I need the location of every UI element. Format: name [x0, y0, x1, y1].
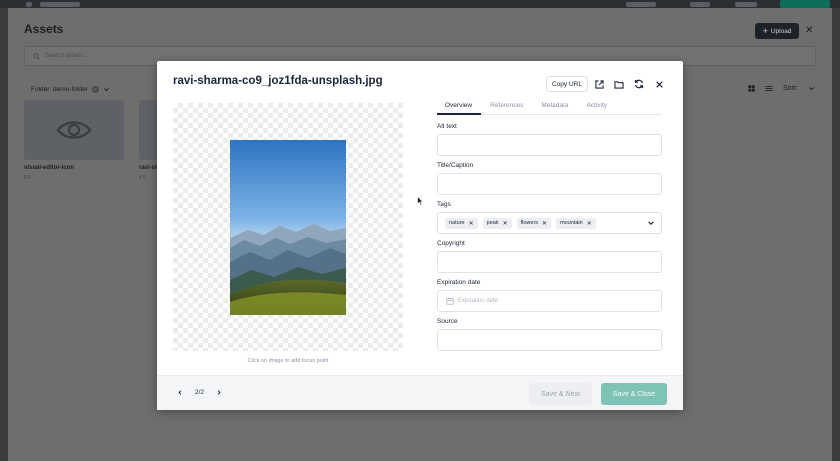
image-preview[interactable] — [173, 103, 403, 351]
tag-label: nature — [449, 220, 465, 226]
pager: 2/2 — [177, 389, 222, 396]
top-bar-item[interactable] — [690, 2, 710, 7]
source-label: Source — [437, 318, 458, 325]
save-next-button[interactable]: Save & Next — [529, 383, 592, 405]
list-view-icon[interactable] — [765, 85, 773, 92]
grid-view-icon[interactable] — [748, 85, 755, 92]
title-caption-input[interactable] — [437, 173, 662, 195]
expiration-date-input[interactable]: Expiration date — [437, 290, 662, 312]
source-input[interactable] — [437, 329, 662, 351]
tag-chip: nature ✕ — [445, 217, 478, 229]
tag-label: flowers — [520, 220, 539, 226]
clear-folder-icon[interactable]: ✕ — [91, 86, 99, 93]
asset-name: visual-editor-icon — [24, 165, 75, 171]
chevron-left-icon[interactable] — [177, 389, 183, 396]
chevron-down-icon[interactable] — [647, 219, 655, 227]
remove-tag-icon[interactable]: ✕ — [587, 220, 592, 227]
modal-title: ravi-sharma-co9_joz1fda-unsplash.jpg — [173, 75, 383, 87]
calendar-icon — [446, 297, 454, 305]
app-top-bar — [0, 0, 840, 8]
expiration-date-placeholder: Expiration date — [458, 298, 499, 304]
tag-chip: flowers ✕ — [516, 217, 552, 229]
app-logo-text — [40, 2, 80, 7]
tag-chip: mountain ✕ — [556, 217, 596, 229]
tags-label: Tags — [437, 201, 451, 208]
tab-references[interactable]: References — [481, 99, 532, 115]
chevron-right-icon[interactable] — [216, 389, 222, 396]
copyright-label: Copyright — [437, 240, 465, 247]
modal-footer: 2/2 Save & Next Save & Close — [157, 375, 683, 410]
tags-input[interactable]: nature ✕ peak ✕ flowers ✕ mountain ✕ — [437, 212, 662, 234]
upload-button-label: Upload — [770, 27, 792, 35]
replace-refresh-icon[interactable] — [633, 78, 645, 90]
tag-chip: peak ✕ — [482, 217, 512, 229]
tab-activity[interactable]: Activity — [577, 99, 616, 115]
top-bar-item[interactable] — [626, 2, 656, 7]
folder-selector[interactable]: Folder: demo-folder ✕ — [31, 86, 110, 93]
alt-text-label: Alt text — [437, 123, 457, 130]
asset-photo[interactable] — [230, 140, 346, 315]
open-external-icon[interactable] — [593, 78, 605, 90]
title-caption-label: Title/Caption — [437, 162, 474, 169]
tag-label: mountain — [560, 220, 583, 226]
page-indicator: 2/2 — [195, 389, 205, 396]
chevron-down-icon — [808, 87, 814, 91]
tag-label: peak — [486, 220, 499, 226]
plus-icon: + — [762, 26, 768, 36]
top-bar-primary-button[interactable] — [780, 0, 830, 8]
remove-tag-icon[interactable]: ✕ — [542, 220, 547, 227]
copy-url-button[interactable]: Copy URL — [546, 76, 588, 92]
search-placeholder: Search assets... — [45, 53, 89, 59]
upload-button[interactable]: + Upload — [755, 23, 799, 39]
chevron-down-icon — [103, 88, 109, 92]
mouse-cursor-icon — [417, 196, 424, 206]
copyright-input[interactable] — [437, 251, 662, 273]
close-icon[interactable] — [653, 78, 665, 90]
search-icon — [33, 52, 40, 60]
asset-card[interactable]: visual-editor-icon jpg — [24, 100, 124, 180]
folder-icon[interactable] — [613, 78, 625, 90]
folder-label: Folder: demo-folder — [31, 86, 88, 93]
detail-tabs: Overview References Metadata Activity — [437, 99, 662, 115]
focus-point-hint: Click on image to add focus point — [247, 358, 329, 364]
save-close-button[interactable]: Save & Close — [601, 383, 667, 405]
asset-detail-modal: ravi-sharma-co9_joz1fda-unsplash.jpg Cop… — [157, 61, 683, 410]
eye-icon — [56, 121, 92, 139]
tab-metadata[interactable]: Metadata — [532, 99, 577, 115]
top-bar-item[interactable] — [735, 2, 757, 7]
sort-label[interactable]: Sort: — [783, 85, 798, 92]
assets-title: Assets — [24, 22, 64, 36]
alt-text-input[interactable] — [437, 134, 662, 156]
assets-close-icon[interactable]: ✕ — [805, 25, 813, 36]
remove-tag-icon[interactable]: ✕ — [503, 220, 508, 227]
view-tools: Sort: — [748, 85, 815, 92]
remove-tag-icon[interactable]: ✕ — [469, 220, 474, 227]
app-logo-icon — [26, 2, 32, 7]
expiration-date-label: Expiration date — [437, 279, 481, 286]
asset-thumbnail — [24, 100, 124, 160]
asset-extension: jpg — [24, 174, 31, 180]
tab-overview[interactable]: Overview — [437, 99, 482, 115]
